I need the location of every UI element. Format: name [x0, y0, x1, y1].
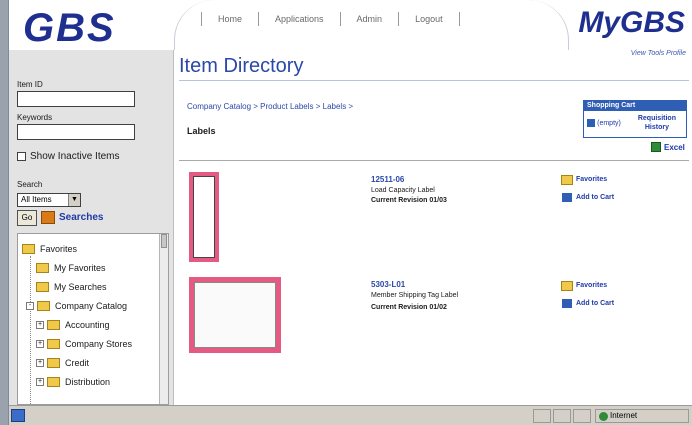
folder-icon	[47, 377, 60, 387]
gbs-logo[interactable]: GBS	[23, 6, 116, 51]
catalog-tree: Favorites My Favorites My Searches - Com…	[17, 233, 169, 405]
item-revision: Current Revision 01/03	[371, 197, 447, 204]
add-to-cart-link[interactable]: Add to Cart	[576, 300, 614, 307]
header-swoosh-right	[509, 0, 569, 50]
tree-item-label: Company Catalog	[55, 301, 128, 311]
tree-item-my-searches[interactable]: My Searches	[36, 282, 107, 292]
collapse-icon[interactable]: -	[26, 302, 34, 310]
keywords-input[interactable]	[17, 124, 135, 140]
tree-scroll-thumb[interactable]	[161, 234, 167, 248]
label-preview	[193, 176, 215, 258]
nav-home[interactable]: Home	[201, 12, 258, 26]
status-cell	[573, 409, 591, 423]
chevron-down-icon[interactable]: ▼	[68, 194, 80, 206]
tree-item-label: Credit	[65, 358, 90, 368]
utility-links[interactable]: View Tools Profile	[631, 50, 686, 57]
shopping-cart-panel: Shopping Cart (empty) Requisition Histor…	[583, 100, 687, 138]
tree-item-label: Distribution	[65, 377, 111, 387]
security-zone: Internet	[595, 409, 689, 423]
favorites-link[interactable]: Favorites	[576, 282, 607, 289]
folder-open-icon	[37, 301, 50, 311]
cart-empty-label[interactable]: (empty)	[597, 120, 621, 127]
folder-icon	[36, 282, 49, 292]
tree-item-company-stores[interactable]: + Company Stores	[36, 339, 132, 349]
search-scope-value: All Items	[21, 195, 52, 204]
keywords-label: Keywords	[17, 113, 53, 122]
show-inactive-row[interactable]: Show Inactive Items	[17, 151, 119, 162]
search-scope-select[interactable]: All Items ▼	[17, 193, 81, 207]
tree-item-label: My Favorites	[54, 263, 106, 273]
saved-searches-icon[interactable]	[41, 211, 55, 224]
status-cell	[553, 409, 571, 423]
folder-icon	[47, 358, 60, 368]
requisition-history-link[interactable]: Requisition History	[631, 114, 683, 132]
search-label: Search	[17, 180, 43, 189]
item-thumbnail[interactable]	[189, 277, 281, 353]
item-id-label: Item ID	[17, 80, 43, 89]
folder-icon	[36, 263, 49, 273]
category-heading: Labels	[187, 126, 216, 136]
cart-add-icon[interactable]	[562, 193, 572, 202]
globe-icon	[599, 412, 608, 421]
item-id-link[interactable]: 5303-L01	[371, 280, 405, 289]
breadcrumb[interactable]: Company Catalog > Product Labels > Label…	[187, 102, 353, 111]
favorites-link[interactable]: Favorites	[576, 176, 607, 183]
folder-open-icon	[22, 244, 35, 254]
cart-icon[interactable]	[587, 119, 596, 127]
tree-scrollbar[interactable]	[159, 234, 168, 404]
tree-item-company-catalog[interactable]: - Company Catalog	[26, 301, 127, 311]
site-header: GBS Home Applications Admin Logout MyGBS	[9, 0, 692, 50]
tree-item-label: Company Stores	[65, 339, 133, 349]
excel-export-link[interactable]: Excel	[664, 143, 685, 152]
tree-item-favorites[interactable]: Favorites	[22, 244, 77, 254]
tree-item-label: My Searches	[54, 282, 107, 292]
expand-icon[interactable]: +	[36, 321, 44, 329]
browser-page: GBS Home Applications Admin Logout MyGBS…	[8, 0, 692, 425]
cart-body: (empty) Requisition History	[584, 111, 686, 135]
show-inactive-label: Show Inactive Items	[30, 151, 120, 162]
browser-status-bar: Internet	[9, 405, 692, 425]
tree-line	[30, 256, 31, 404]
go-button[interactable]: Go	[17, 210, 37, 226]
folder-icon	[47, 339, 60, 349]
add-to-cart-link[interactable]: Add to Cart	[576, 194, 614, 201]
item-description: Member Shipping Tag Label	[371, 292, 459, 299]
favorites-icon[interactable]	[561, 281, 573, 291]
tree-item-label: Favorites	[40, 244, 78, 254]
mygbs-brand: MyGBS	[578, 6, 685, 39]
item-revision: Current Revision 01/02	[371, 304, 447, 311]
nav-applications[interactable]: Applications	[258, 12, 340, 26]
tree-item-accounting[interactable]: + Accounting	[36, 320, 110, 330]
page-icon	[11, 409, 25, 422]
tree-item-credit[interactable]: + Credit	[36, 358, 89, 368]
expand-icon[interactable]: +	[36, 340, 44, 348]
list-divider	[179, 160, 689, 161]
expand-icon[interactable]: +	[36, 359, 44, 367]
nav-logout[interactable]: Logout	[398, 12, 460, 26]
label-preview	[194, 282, 276, 348]
item-id-input[interactable]	[17, 91, 135, 107]
top-nav: Home Applications Admin Logout	[201, 12, 460, 26]
title-divider	[179, 80, 689, 81]
expand-icon[interactable]: +	[36, 378, 44, 386]
nav-admin[interactable]: Admin	[339, 12, 399, 26]
zone-label: Internet	[610, 411, 638, 420]
page-title: Item Directory	[179, 55, 304, 77]
item-id-link[interactable]: 12511-06	[371, 175, 404, 184]
item-description: Load Capacity Label	[371, 187, 435, 194]
folder-icon	[47, 320, 60, 330]
tree-item-my-favorites[interactable]: My Favorites	[36, 263, 106, 273]
cart-add-icon[interactable]	[562, 299, 572, 308]
cart-title: Shopping Cart	[584, 101, 686, 111]
tree-item-label: Accounting	[65, 320, 110, 330]
saved-searches-link[interactable]: Searches	[59, 212, 103, 223]
show-inactive-checkbox[interactable]	[17, 152, 26, 161]
status-cell	[533, 409, 551, 423]
tree-item-distribution[interactable]: + Distribution	[36, 377, 110, 387]
excel-icon[interactable]	[651, 142, 661, 152]
item-thumbnail[interactable]	[189, 172, 219, 262]
search-sidebar: Item ID Keywords Show Inactive Items Sea…	[9, 50, 174, 405]
favorites-icon[interactable]	[561, 175, 573, 185]
